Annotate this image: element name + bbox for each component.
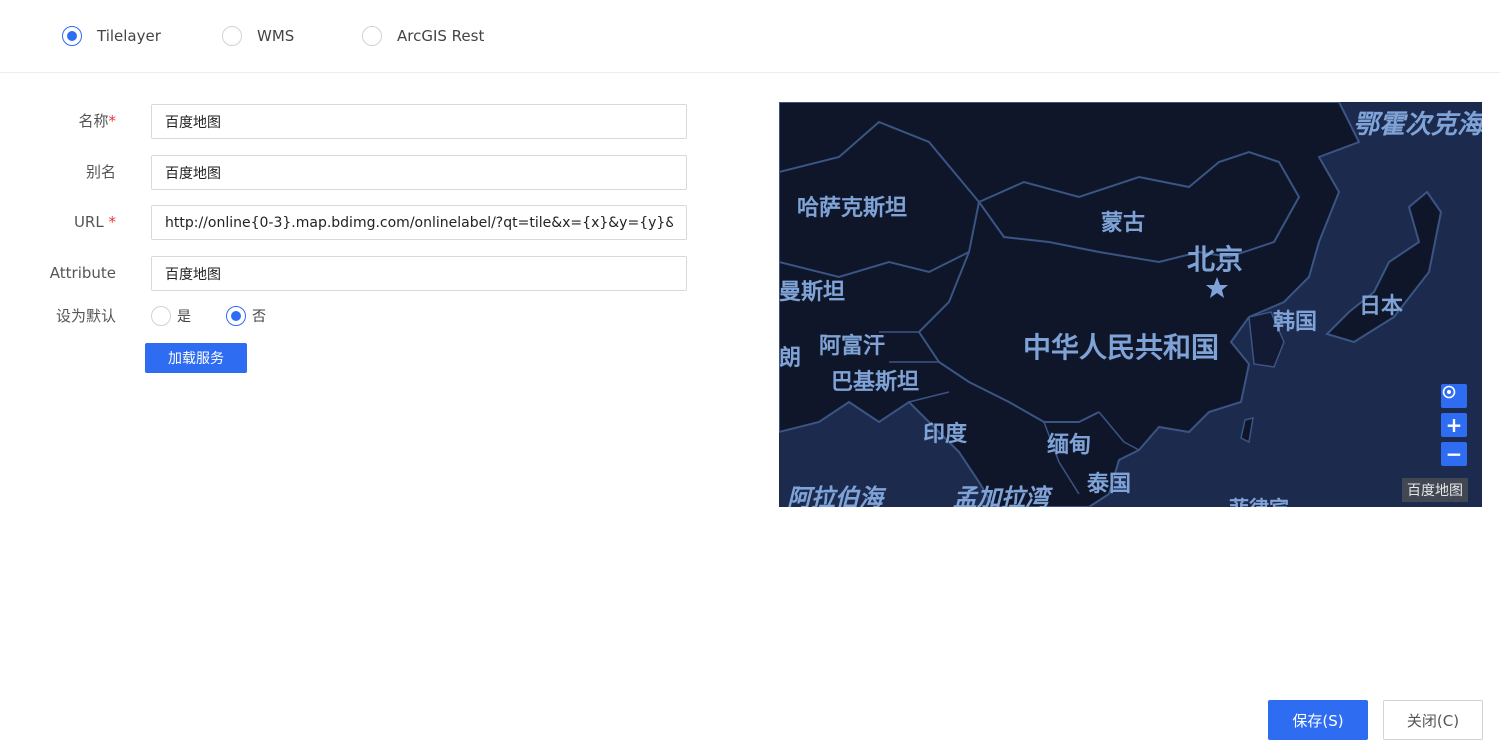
label-philippines: 菲律宾: [1229, 492, 1289, 507]
save-button[interactable]: 保存(S): [1268, 700, 1368, 740]
url-label: URL *: [73, 213, 117, 231]
label-thailand: 泰国: [1087, 472, 1132, 497]
default-row: 设为默认: [0, 299, 116, 334]
label-afghanistan: 阿富汗: [819, 334, 886, 359]
label-china: 中华人民共和国: [1023, 331, 1220, 364]
label-arabian-sea: 阿拉伯海: [787, 484, 883, 507]
label-pakistan: 巴基斯坦: [831, 370, 920, 395]
default-no-option[interactable]: 否: [226, 306, 266, 326]
alias-label: 别名: [85, 163, 116, 181]
label-kazakhstan: 哈萨克斯坦: [797, 196, 908, 221]
alias-row: 别名: [0, 155, 116, 190]
attribute-input[interactable]: [151, 256, 687, 291]
label-japan: 日本: [1359, 294, 1404, 319]
default-no-radio[interactable]: [226, 306, 246, 326]
label-okhotsk: 鄂霍次克海: [1353, 110, 1482, 140]
default-label: 设为默认: [55, 307, 116, 325]
attribute-row: Attribute: [0, 256, 116, 291]
label-beijing: 北京: [1187, 243, 1244, 276]
type-option-arcgis-rest[interactable]: ArcGIS Rest: [362, 25, 484, 47]
name-required-mark: *: [108, 112, 117, 130]
default-yes-option[interactable]: 是: [151, 306, 191, 326]
url-input[interactable]: [151, 205, 687, 240]
layer-type-bar: Tilelayer WMS ArcGIS Rest: [0, 0, 1500, 73]
close-button[interactable]: 关闭(C): [1383, 700, 1483, 740]
url-row: URL *: [0, 205, 116, 240]
locate-button[interactable]: [1441, 384, 1467, 408]
arcgis-rest-label: ArcGIS Rest: [397, 27, 485, 45]
name-row: 名称*: [0, 104, 116, 139]
name-input[interactable]: [151, 104, 687, 139]
map-preview[interactable]: 哈萨克斯坦 蒙古 北京 曼斯坦 阿富汗 中华人民共和国 韩国 日本 巴基斯坦 朗…: [779, 102, 1482, 507]
label-iran: 朗: [779, 346, 802, 371]
zoom-out-button[interactable]: −: [1441, 442, 1467, 466]
wms-radio[interactable]: [222, 26, 242, 46]
type-option-wms[interactable]: WMS: [222, 25, 294, 47]
map-attribution: 百度地图: [1402, 478, 1468, 502]
default-no-label: 否: [252, 309, 266, 325]
alias-input[interactable]: [151, 155, 687, 190]
label-bay-of-bengal: 孟加拉湾: [953, 484, 1049, 507]
tilelayer-radio[interactable]: [62, 26, 82, 46]
landmass-taiwan: [1240, 416, 1254, 444]
label-korea: 韩国: [1273, 310, 1318, 335]
load-service-button[interactable]: 加载服务: [145, 343, 247, 373]
wms-label: WMS: [257, 27, 295, 45]
tilelayer-label: Tilelayer: [97, 27, 161, 45]
attribute-label: Attribute: [49, 264, 116, 282]
label-mongolia: 蒙古: [1101, 211, 1146, 236]
url-required-mark: *: [108, 213, 117, 231]
name-label: 名称*: [78, 112, 117, 130]
label-turkmenistan: 曼斯坦: [779, 280, 846, 305]
label-india: 印度: [923, 422, 968, 447]
type-option-tilelayer[interactable]: Tilelayer: [62, 25, 161, 47]
locate-icon: [1442, 385, 1456, 399]
arcgis-rest-radio[interactable]: [362, 26, 382, 46]
default-yes-label: 是: [177, 309, 191, 325]
label-myanmar: 缅甸: [1047, 433, 1092, 458]
default-yes-radio[interactable]: [151, 306, 171, 326]
zoom-in-button[interactable]: +: [1441, 413, 1467, 437]
